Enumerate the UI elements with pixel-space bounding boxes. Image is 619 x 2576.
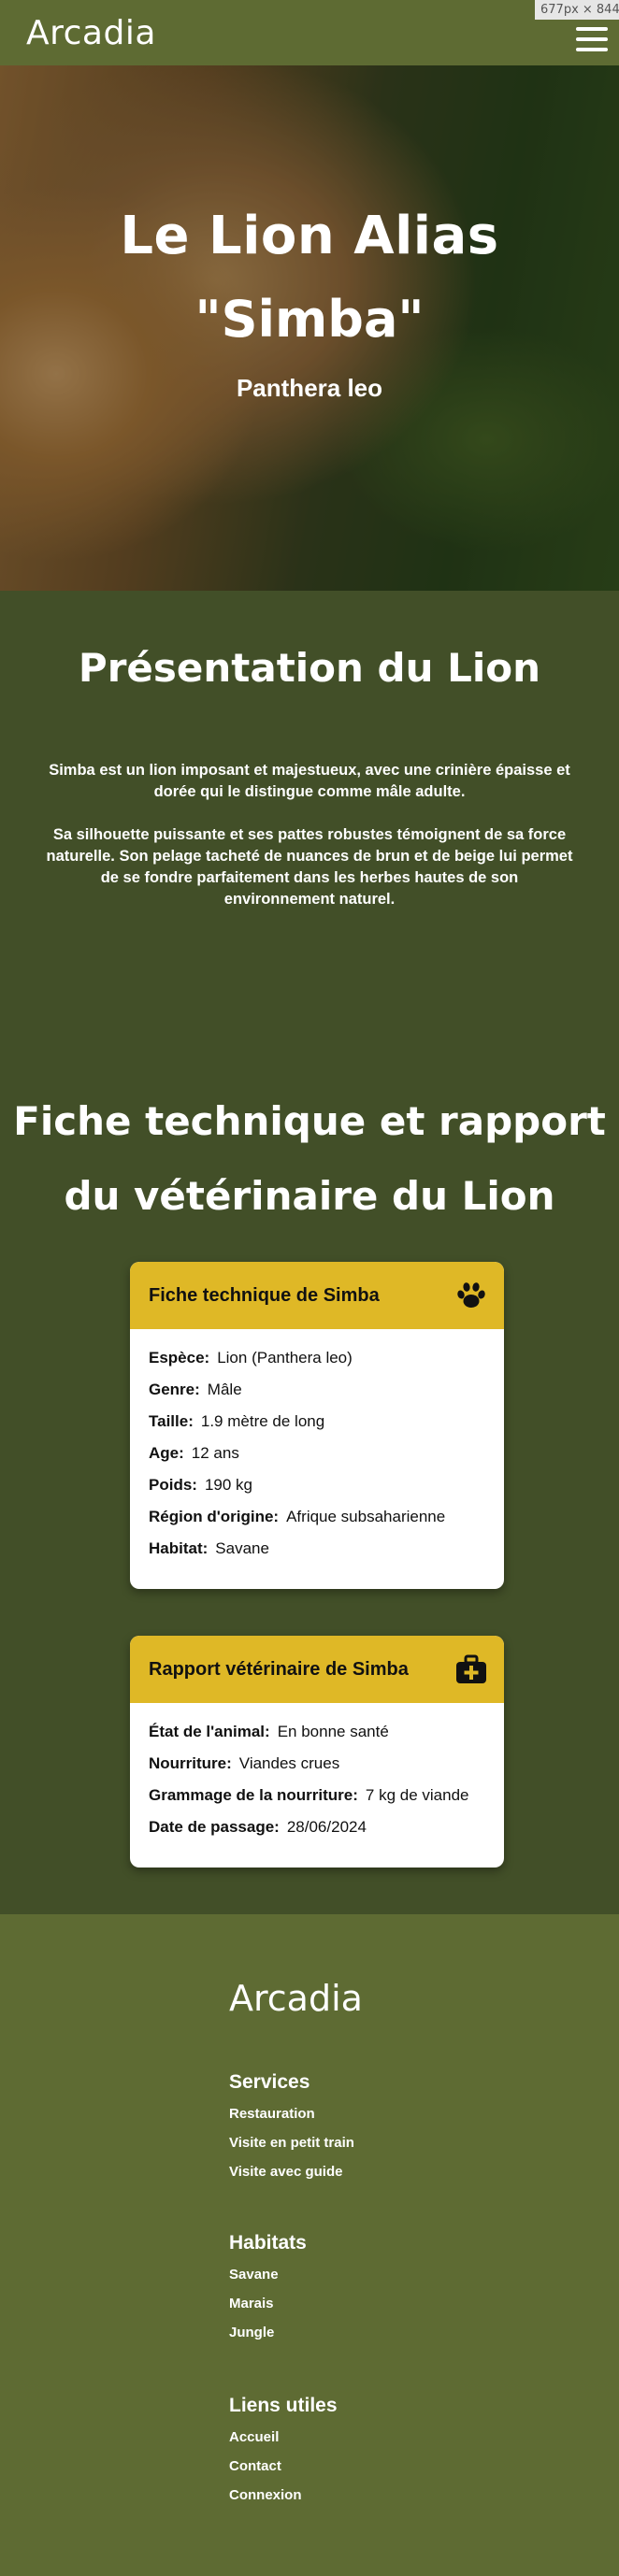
- site-logo[interactable]: Arcadia: [26, 14, 156, 52]
- medical-kit-icon: [455, 1654, 487, 1684]
- fiche-technique-card: Fiche technique de Simba Espèce: Lion (Pa…: [130, 1262, 504, 1589]
- card-title: Rapport vétérinaire de Simba: [149, 1658, 409, 1680]
- card-header: Fiche technique de Simba: [130, 1262, 504, 1329]
- footer-link-restauration[interactable]: Restauration: [229, 2105, 354, 2134]
- hero-species: Panthera leo: [236, 374, 383, 402]
- fiche-row: Poids: 190 kg: [149, 1476, 252, 1494]
- footer-link-contact[interactable]: Contact: [229, 2457, 338, 2486]
- fiche-row: Age: 12 ans: [149, 1444, 239, 1462]
- site-header: Arcadia: [0, 0, 619, 65]
- footer-link-visite-guide[interactable]: Visite avec guide: [229, 2163, 354, 2192]
- paw-icon: [455, 1281, 487, 1309]
- footer-group-title: Habitats: [229, 2232, 307, 2254]
- card-body: État de l'animal: En bonne santé Nourritu…: [130, 1703, 504, 1858]
- rapport-row: Date de passage: 28/06/2024: [149, 1818, 367, 1836]
- hero-title: Le Lion Alias: [120, 206, 499, 266]
- footer-link-marais[interactable]: Marais: [229, 2295, 307, 2324]
- hero-banner: Le Lion Alias "Simba" Panthera leo: [0, 65, 619, 591]
- hamburger-icon[interactable]: [576, 27, 608, 51]
- footer-group-services: Services Restauration Visite en petit tr…: [229, 2071, 354, 2192]
- presentation-paragraph: Sa silhouette puissante et ses pattes ro…: [46, 826, 573, 908]
- fiche-row: Habitat: Savane: [149, 1539, 269, 1557]
- fiche-row: Taille: 1.9 mètre de long: [149, 1412, 325, 1430]
- footer-link-accueil[interactable]: Accueil: [229, 2428, 338, 2457]
- presentation-paragraph: Simba est un lion imposant et majestueux…: [49, 762, 570, 800]
- footer-group-title: Services: [229, 2071, 310, 2093]
- footer-group-habitats: Habitats Savane Marais Jungle: [229, 2232, 307, 2353]
- footer-link-petit-train[interactable]: Visite en petit train: [229, 2134, 354, 2163]
- footer-link-savane[interactable]: Savane: [229, 2266, 307, 2295]
- hamburger-bar: [576, 37, 608, 41]
- hero-nickname: "Simba": [194, 290, 425, 349]
- footer-group-liens-utiles: Liens utiles Accueil Contact Connexion: [229, 2395, 338, 2515]
- rapport-row: Nourriture: Viandes crues: [149, 1754, 340, 1772]
- card-header: Rapport vétérinaire de Simba: [130, 1636, 504, 1703]
- site-footer: Arcadia Services Restauration Visite en …: [0, 1914, 619, 2576]
- card-title: Fiche technique de Simba: [149, 1284, 380, 1306]
- fiche-row: Genre: Mâle: [149, 1381, 242, 1398]
- rapport-row: État de l'animal: En bonne santé: [149, 1723, 389, 1740]
- rapport-veterinaire-card: Rapport vétérinaire de Simba État de l'a…: [130, 1636, 504, 1868]
- hamburger-bar: [576, 48, 608, 51]
- technical-section-title: Fiche technique et rapport du vétérinair…: [13, 1098, 606, 1219]
- hamburger-bar: [576, 27, 608, 31]
- footer-group-title: Liens utiles: [229, 2395, 338, 2416]
- fiche-row: Région d'origine: Afrique subsaharienne: [149, 1508, 446, 1525]
- presentation-title: Présentation du Lion: [78, 645, 541, 691]
- fiche-row: Espèce: Lion (Panthera leo): [149, 1349, 353, 1367]
- footer-link-connexion[interactable]: Connexion: [229, 2486, 338, 2515]
- rapport-row: Grammage de la nourriture: 7 kg de viande: [149, 1786, 469, 1804]
- footer-logo[interactable]: Arcadia: [229, 1978, 363, 2019]
- card-body: Espèce: Lion (Panthera leo) Genre: Mâle Ta…: [130, 1329, 504, 1580]
- footer-link-jungle[interactable]: Jungle: [229, 2324, 307, 2353]
- viewport-size-badge: 677px × 844px: [535, 0, 619, 20]
